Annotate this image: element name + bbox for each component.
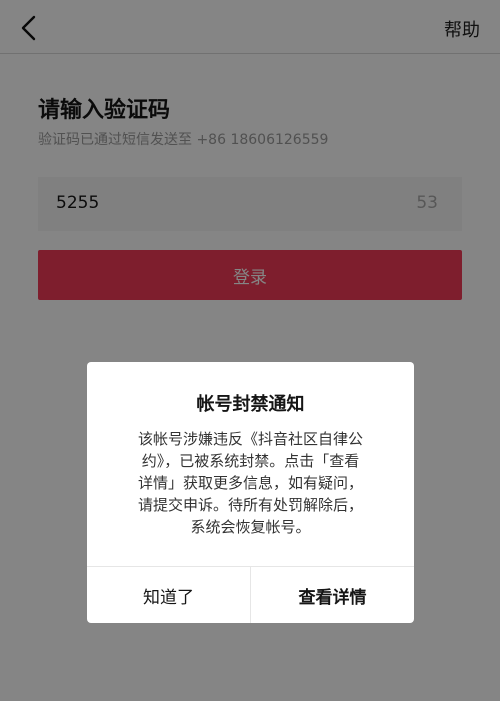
dialog-title: 帐号封禁通知: [196, 394, 305, 415]
acknowledge-button[interactable]: 知道了: [87, 567, 251, 623]
view-details-button[interactable]: 查看详情: [251, 567, 414, 623]
ban-notice-dialog: 帐号封禁通知 该帐号涉嫌违反《抖音社区自律公 约》，已被系统封禁。点击「查看 详…: [87, 362, 414, 623]
dialog-message-line: 系统会恢复帐号。: [190, 518, 311, 536]
dialog-actions: 知道了 查看详情: [87, 566, 414, 623]
dialog-message-line: 该帐号涉嫌违反《抖音社区自律公: [137, 430, 363, 448]
dialog-message-line: 约》，已被系统封禁。点击「查看: [141, 452, 360, 470]
dialog-message-line: 详情」获取更多信息，如有疑问，: [137, 474, 363, 492]
dialog-message: 该帐号涉嫌违反《抖音社区自律公 约》，已被系统封禁。点击「查看 详情」获取更多信…: [117, 428, 384, 538]
dialog-message-line: 请提交申诉。待所有处罚解除后，: [137, 496, 363, 514]
